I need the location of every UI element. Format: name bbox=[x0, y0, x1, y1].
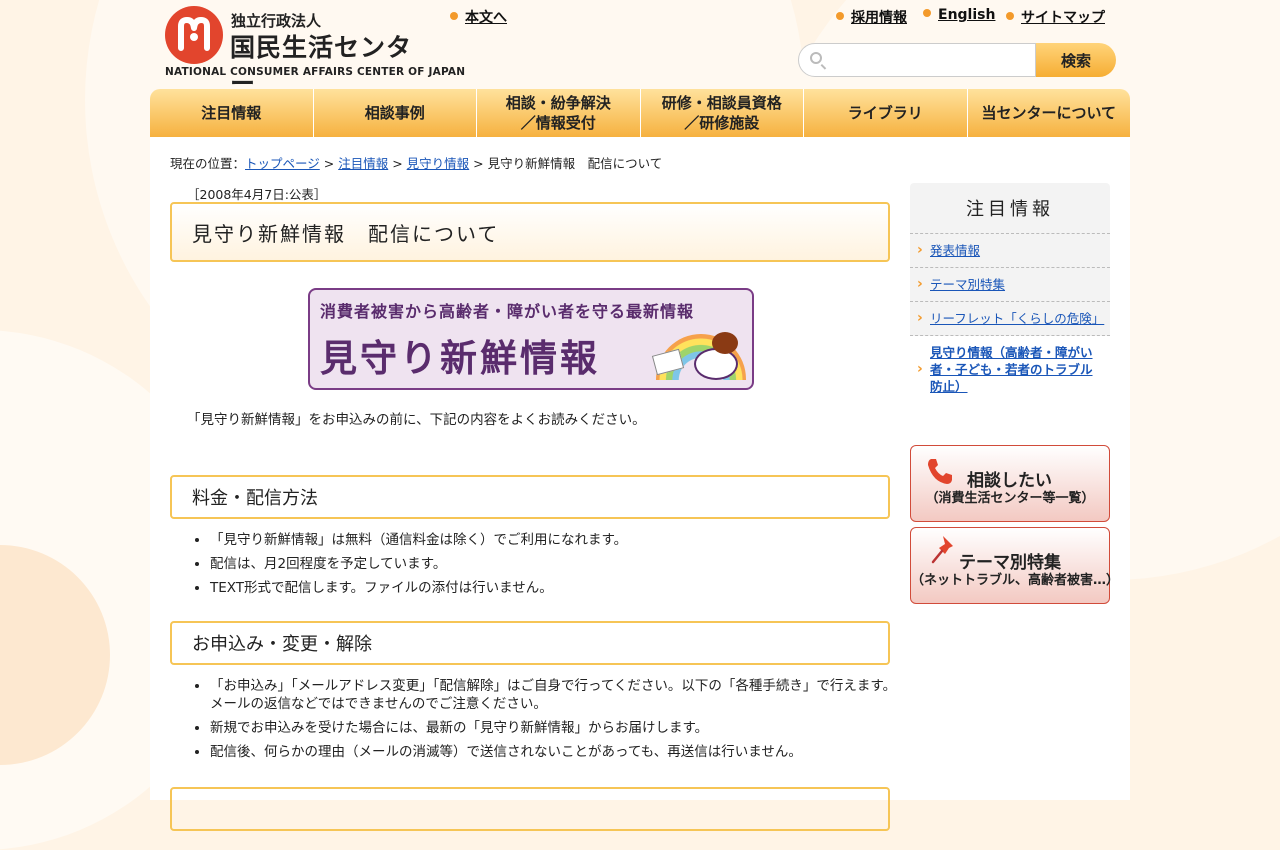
sidebar-item-leaflet[interactable]: リーフレット「くらしの危険」 bbox=[910, 302, 1110, 336]
pin-icon bbox=[931, 536, 953, 564]
breadcrumb-current: 見守り新鮮情報 配信について bbox=[487, 156, 663, 171]
list-item: TEXT形式で配信します。ファイルの添付は行いません。 bbox=[210, 579, 900, 597]
section-heading-fees: 料金・配信方法 bbox=[170, 475, 890, 519]
section-heading-subscription: お申込み・変更・解除 bbox=[170, 621, 890, 665]
site-logo[interactable]: 独立行政法人 国民生活センター NATIONAL CONSUMER AFFAIR… bbox=[165, 6, 465, 98]
fees-list: 「見守り新鮮情報」は無料（通信料金は除く）でご利用になれます。 配信は、月2回程… bbox=[190, 531, 900, 603]
intro-text: 「見守り新鮮情報」をお申込みの前に、下記の内容をよくお読みください。 bbox=[187, 412, 646, 428]
sidebar-heading: 注目情報 bbox=[910, 183, 1110, 234]
list-item: 配信は、月2回程度を予定しています。 bbox=[210, 555, 900, 573]
list-item: 配信後、何らかの理由（メールの消滅等）で送信されないことがあっても、再送信は行い… bbox=[210, 743, 900, 761]
site-search: 検索 bbox=[798, 43, 1116, 77]
list-item: 「見守り新鮮情報」は無料（通信料金は除く）でご利用になれます。 bbox=[210, 531, 900, 549]
recruit-link[interactable]: 採用情報 bbox=[836, 7, 907, 27]
consult-subtitle: （消費生活センター等一覧） bbox=[925, 491, 1095, 506]
sidebar-item-label: 見守り情報（高齢者・障がい者・子ども・若者のトラブル防止） bbox=[930, 345, 1093, 394]
page-wrapper: 独立行政法人 国民生活センター NATIONAL CONSUMER AFFAIR… bbox=[150, 0, 1130, 831]
search-input[interactable] bbox=[798, 43, 1036, 77]
search-button[interactable]: 検索 bbox=[1036, 43, 1116, 77]
breadcrumb-link-top[interactable]: トップページ bbox=[245, 156, 320, 171]
nav-library[interactable]: ライブラリ bbox=[804, 89, 968, 137]
nav-training[interactable]: 研修・相談員資格 ／研修施設 bbox=[641, 89, 804, 137]
sidebar-item-mimamori[interactable]: 見守り情報（高齢者・障がい者・子ども・若者のトラブル防止） bbox=[910, 336, 1110, 403]
english-link[interactable]: English bbox=[923, 7, 995, 23]
sidebar-item-announcements[interactable]: 発表情報 bbox=[910, 234, 1110, 268]
breadcrumb-link-featured[interactable]: 注目情報 bbox=[338, 156, 388, 171]
nav-about[interactable]: 当センターについて bbox=[968, 89, 1131, 137]
search-icon bbox=[810, 52, 822, 64]
logo-mark-icon bbox=[165, 6, 223, 64]
section-heading-next bbox=[170, 787, 890, 831]
theme-feature-subtitle: （ネットトラブル、高齢者被害…） bbox=[911, 573, 1120, 588]
banner-subtitle: 消費者被害から高齢者・障がい者を守る最新情報 bbox=[320, 302, 695, 321]
breadcrumb-prefix: 現在の位置： bbox=[170, 156, 246, 171]
sidebar-item-label: 発表情報 bbox=[930, 243, 981, 258]
mimamori-banner: 消費者被害から高齢者・障がい者を守る最新情報 見守り新鮮情報 bbox=[308, 288, 754, 390]
breadcrumb-link-mimamori[interactable]: 見守り情報 bbox=[407, 156, 470, 171]
sitemap-link[interactable]: サイトマップ bbox=[1006, 7, 1105, 27]
list-item: 新規でお申込みを受けた場合には、最新の「見守り新鮮情報」からお届けします。 bbox=[210, 719, 900, 737]
consult-button[interactable]: 相談したい （消費生活センター等一覧） bbox=[910, 445, 1110, 522]
sidebar-menu: 注目情報 発表情報 テーマ別特集 リーフレット「くらしの危険」 見守り情報（高齢… bbox=[910, 183, 1110, 403]
subscription-list: 「お申込み」「メールアドレス変更」「配信解除」はご自身で行ってください。以下の「… bbox=[190, 677, 900, 767]
sidebar-item-label: テーマ別特集 bbox=[930, 277, 1006, 292]
nav-cases[interactable]: 相談事例 bbox=[314, 89, 477, 137]
sidebar-item-themes[interactable]: テーマ別特集 bbox=[910, 268, 1110, 302]
nav-featured[interactable]: 注目情報 bbox=[150, 89, 314, 137]
phone-icon bbox=[928, 459, 952, 484]
content-panel: 現在の位置：トップページ > 注目情報 > 見守り情報 > 見守り新鮮情報 配信… bbox=[150, 137, 1130, 831]
theme-feature-button[interactable]: テーマ別特集 （ネットトラブル、高齢者被害…） bbox=[910, 527, 1120, 604]
page-title: 見守り新鮮情報 配信について bbox=[170, 202, 890, 262]
sidebar-item-label: リーフレット「くらしの危険」 bbox=[930, 311, 1105, 326]
dog-mascot-icon bbox=[690, 332, 738, 380]
skip-to-content-link[interactable]: 本文へ bbox=[450, 7, 507, 27]
nav-consultation[interactable]: 相談・紛争解決 ／情報受付 bbox=[477, 89, 641, 137]
global-nav: 注目情報 相談事例 相談・紛争解決 ／情報受付 研修・相談員資格 ／研修施設 ラ… bbox=[150, 89, 1130, 137]
breadcrumb: 現在の位置：トップページ > 注目情報 > 見守り情報 > 見守り新鮮情報 配信… bbox=[170, 156, 663, 171]
publish-date: ［2008年4月7日:公表］ bbox=[187, 187, 327, 202]
list-item: 「お申込み」「メールアドレス変更」「配信解除」はご自身で行ってください。以下の「… bbox=[210, 677, 900, 713]
logo-english-name: NATIONAL CONSUMER AFFAIRS CENTER OF JAPA… bbox=[165, 66, 466, 78]
banner-title: 見守り新鮮情報 bbox=[320, 337, 600, 380]
